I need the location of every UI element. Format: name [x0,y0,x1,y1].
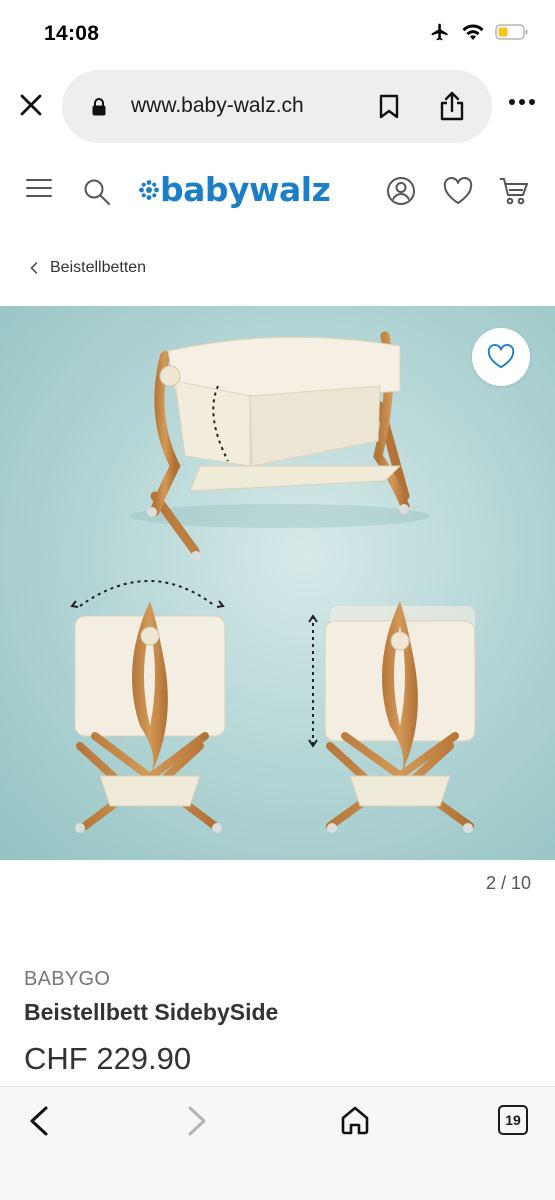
home-icon[interactable] [340,1105,370,1135]
wifi-icon [462,24,484,40]
address-bar[interactable]: www.baby-walz.ch [62,70,492,143]
product-image-gallery[interactable] [0,306,555,860]
logo-text: babywalz [160,170,331,209]
heart-icon[interactable] [443,177,473,205]
close-icon [20,94,42,116]
url-text: www.baby-walz.ch [131,94,304,117]
breadcrumb-label: Beistellbetten [50,259,147,276]
status-bar: 14:08 [0,0,555,66]
account-icon[interactable] [386,176,416,206]
bookmark-icon[interactable] [378,94,400,120]
airplane-icon [431,23,448,41]
site-logo[interactable]: babywalz [138,170,331,209]
browser-bar: www.baby-walz.ch [0,70,555,145]
product-brand[interactable]: BABYGO [24,968,110,991]
status-time: 14:08 [44,22,100,45]
close-tab-button[interactable] [16,90,46,120]
crib-height-illustration [308,601,476,833]
back-arrow-icon[interactable] [28,1105,50,1137]
menu-icon[interactable] [26,178,52,198]
search-icon[interactable] [83,178,111,206]
site-header: babywalz [0,170,555,214]
battery-icon [495,24,528,40]
image-counter: 2 / 10 [485,873,531,893]
more-options-icon[interactable] [508,98,536,106]
add-to-wishlist-button[interactable] [472,328,530,386]
tabs-button[interactable]: 19 [498,1105,528,1135]
product-price: CHF 229.90 [24,1041,192,1076]
tab-count: 19 [505,1112,521,1128]
flower-logo-icon [139,179,159,200]
status-icons [429,22,529,42]
crib-main-illustration [130,331,430,561]
product-image [70,331,476,833]
chevron-left-icon [30,262,38,274]
heart-icon [487,344,515,369]
lock-icon [92,98,106,116]
browser-toolbar: 19 [0,1086,555,1200]
cart-icon[interactable] [499,176,529,206]
product-title: Beistellbett SidebySide [24,999,279,1025]
share-icon[interactable] [439,90,465,122]
breadcrumb[interactable]: Beistellbetten [30,259,146,277]
crib-rocking-illustration [70,580,226,833]
forward-arrow-icon[interactable] [186,1105,208,1137]
